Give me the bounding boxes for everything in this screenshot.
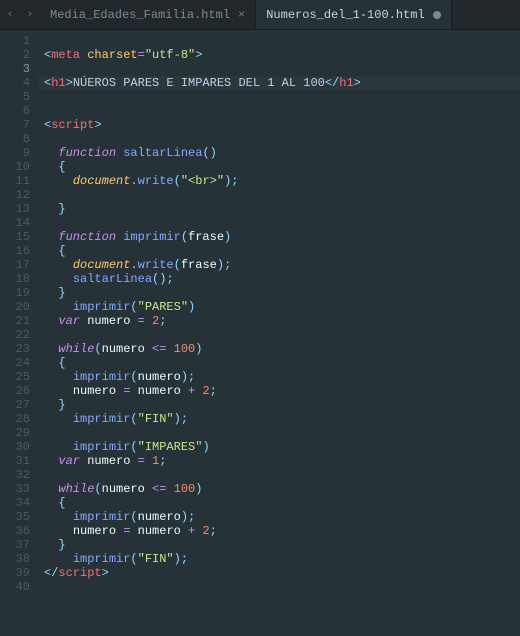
line-number: 3: [0, 62, 30, 76]
line-number: 9: [0, 146, 30, 160]
line-number: 15: [0, 230, 30, 244]
line-number: 8: [0, 132, 30, 146]
line-number: 21: [0, 314, 30, 328]
dirty-indicator-icon: [433, 11, 441, 19]
line-number: 7: [0, 118, 30, 132]
line-number: 31: [0, 454, 30, 468]
line-number: 4: [0, 76, 30, 90]
line-number: 33: [0, 482, 30, 496]
line-number: 18: [0, 272, 30, 286]
line-number: 35: [0, 510, 30, 524]
line-number: 38: [0, 552, 30, 566]
line-number: 13: [0, 202, 30, 216]
line-number: 2: [0, 48, 30, 62]
line-number: 32: [0, 468, 30, 482]
line-number: 39: [0, 566, 30, 580]
code-editor[interactable]: 1234567891011121314151617181920212223242…: [0, 30, 520, 589]
line-number: 6: [0, 104, 30, 118]
line-number: 20: [0, 300, 30, 314]
line-number: 10: [0, 160, 30, 174]
line-number: 16: [0, 244, 30, 258]
line-number: 17: [0, 258, 30, 272]
line-number: 34: [0, 496, 30, 510]
tab-media-edades[interactable]: Media_Edades_Familia.html ×: [40, 0, 256, 29]
line-number: 1: [0, 34, 30, 48]
line-number: 19: [0, 286, 30, 300]
line-number: 27: [0, 398, 30, 412]
line-number: 37: [0, 538, 30, 552]
line-number: 26: [0, 384, 30, 398]
line-number: 25: [0, 370, 30, 384]
line-number: 30: [0, 440, 30, 454]
line-number: 11: [0, 174, 30, 188]
close-icon[interactable]: ×: [238, 9, 245, 21]
tab-bar: ‹ › Media_Edades_Familia.html × Numeros_…: [0, 0, 520, 30]
tab-label: Media_Edades_Familia.html: [50, 8, 230, 22]
line-number: 36: [0, 524, 30, 538]
line-number: 14: [0, 216, 30, 230]
line-number: 29: [0, 426, 30, 440]
tab-scroll-right[interactable]: ›: [20, 0, 40, 29]
tab-label: Numeros_del_1-100.html: [266, 8, 424, 22]
line-number-gutter: 1234567891011121314151617181920212223242…: [0, 30, 38, 589]
line-number: 23: [0, 342, 30, 356]
line-number: 22: [0, 328, 30, 342]
tab-numeros[interactable]: Numeros_del_1-100.html: [256, 0, 451, 29]
code-area[interactable]: <meta charset="utf-8"> <h1>NÚEROS PARES …: [38, 30, 520, 589]
line-number: 24: [0, 356, 30, 370]
line-number: 12: [0, 188, 30, 202]
tab-scroll-left[interactable]: ‹: [0, 0, 20, 29]
line-number: 40: [0, 580, 30, 594]
line-number: 28: [0, 412, 30, 426]
line-number: 5: [0, 90, 30, 104]
